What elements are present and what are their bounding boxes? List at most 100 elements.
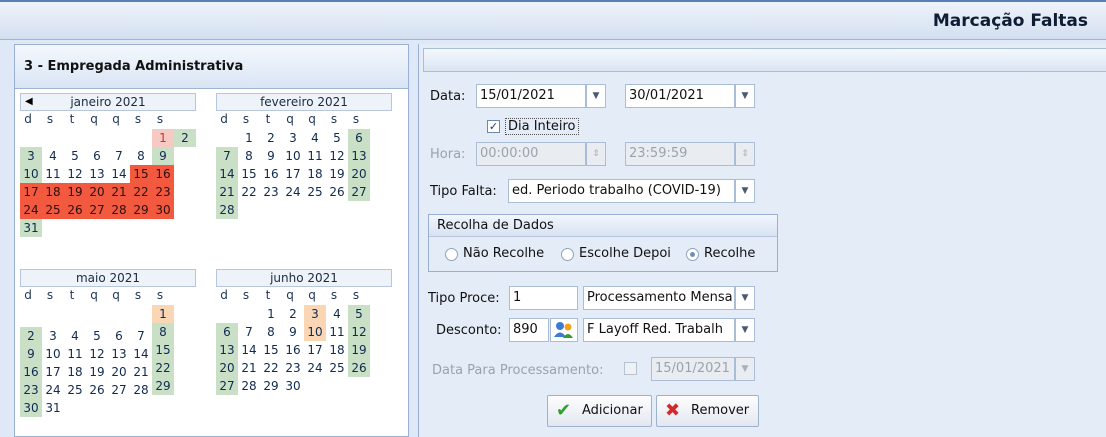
- day[interactable]: 5: [64, 147, 86, 165]
- hora-to-field[interactable]: 23:59:59: [625, 142, 735, 166]
- day[interactable]: 30: [282, 377, 304, 395]
- day[interactable]: 11: [304, 147, 326, 165]
- day[interactable]: 18: [64, 363, 86, 381]
- day[interactable]: 17: [304, 341, 326, 359]
- day[interactable]: 8: [238, 147, 260, 165]
- tipo-proce-dropdown-icon[interactable]: ▼: [735, 286, 755, 310]
- day[interactable]: 10: [42, 345, 64, 363]
- day[interactable]: 14: [108, 165, 130, 183]
- day[interactable]: 17: [20, 183, 42, 201]
- radio-escolhe-depois[interactable]: [561, 248, 574, 261]
- remover-button[interactable]: ✖ Remover: [656, 395, 759, 427]
- day[interactable]: 2: [174, 129, 196, 147]
- day[interactable]: 10: [282, 147, 304, 165]
- day[interactable]: 11: [64, 345, 86, 363]
- day[interactable]: 13: [86, 165, 108, 183]
- day[interactable]: 26: [348, 359, 370, 377]
- day[interactable]: 13: [216, 341, 238, 359]
- day[interactable]: 30: [20, 399, 42, 417]
- day[interactable]: 6: [86, 147, 108, 165]
- desconto-dropdown-icon[interactable]: ▼: [735, 318, 755, 342]
- day[interactable]: 12: [326, 147, 348, 165]
- day[interactable]: 3: [282, 129, 304, 147]
- day[interactable]: 21: [130, 363, 152, 381]
- day[interactable]: 25: [326, 359, 348, 377]
- day[interactable]: 22: [130, 183, 152, 201]
- day[interactable]: 31: [42, 399, 64, 417]
- day[interactable]: 16: [152, 165, 174, 183]
- day[interactable]: 2: [260, 129, 282, 147]
- day[interactable]: 27: [108, 381, 130, 399]
- day[interactable]: 17: [42, 363, 64, 381]
- day[interactable]: 15: [152, 341, 174, 359]
- day[interactable]: 5: [326, 129, 348, 147]
- day[interactable]: 29: [260, 377, 282, 395]
- day[interactable]: 12: [86, 345, 108, 363]
- day[interactable]: 9: [20, 345, 42, 363]
- day[interactable]: 8: [260, 323, 282, 341]
- day[interactable]: 12: [348, 323, 370, 341]
- day[interactable]: 24: [42, 381, 64, 399]
- day[interactable]: 29: [152, 377, 174, 395]
- day[interactable]: 28: [216, 201, 238, 219]
- hora-from-spinner-icon[interactable]: ⇕: [586, 142, 606, 166]
- day[interactable]: 24: [282, 183, 304, 201]
- lookup-users-icon[interactable]: [550, 318, 578, 342]
- data-proc-dropdown-icon[interactable]: ▼: [735, 357, 755, 381]
- day[interactable]: 14: [216, 165, 238, 183]
- day[interactable]: 23: [260, 183, 282, 201]
- day[interactable]: 3: [304, 305, 326, 323]
- day[interactable]: 14: [238, 341, 260, 359]
- day[interactable]: 28: [108, 201, 130, 219]
- day[interactable]: 9: [282, 323, 304, 341]
- day[interactable]: 2: [282, 305, 304, 323]
- day[interactable]: 4: [42, 147, 64, 165]
- hora-from-field[interactable]: 00:00:00: [476, 142, 586, 166]
- day[interactable]: 4: [64, 327, 86, 345]
- day[interactable]: 26: [64, 201, 86, 219]
- day[interactable]: 2: [20, 327, 42, 345]
- day[interactable]: 6: [348, 129, 370, 147]
- day[interactable]: 1: [238, 129, 260, 147]
- day[interactable]: 23: [282, 359, 304, 377]
- day[interactable]: 15: [260, 341, 282, 359]
- day[interactable]: 18: [304, 165, 326, 183]
- day[interactable]: 27: [86, 201, 108, 219]
- day[interactable]: 19: [64, 183, 86, 201]
- date-to-dropdown-icon[interactable]: ▼: [735, 84, 755, 108]
- day[interactable]: 16: [260, 165, 282, 183]
- day[interactable]: 27: [216, 377, 238, 395]
- day[interactable]: 29: [130, 201, 152, 219]
- day[interactable]: 10: [304, 323, 326, 341]
- day[interactable]: 1: [152, 129, 174, 147]
- tipo-proce-code-field[interactable]: 1: [509, 286, 578, 310]
- day[interactable]: 4: [326, 305, 348, 323]
- day[interactable]: 15: [238, 165, 260, 183]
- day[interactable]: 12: [64, 165, 86, 183]
- day[interactable]: 10: [20, 165, 42, 183]
- day[interactable]: 16: [20, 363, 42, 381]
- date-from-dropdown-icon[interactable]: ▼: [586, 84, 606, 108]
- day[interactable]: 7: [238, 323, 260, 341]
- day[interactable]: 24: [304, 359, 326, 377]
- day[interactable]: 25: [42, 201, 64, 219]
- day[interactable]: 27: [348, 183, 370, 201]
- day[interactable]: 19: [86, 363, 108, 381]
- day[interactable]: 25: [304, 183, 326, 201]
- day[interactable]: 7: [216, 147, 238, 165]
- day[interactable]: 5: [348, 305, 370, 323]
- day[interactable]: 19: [326, 165, 348, 183]
- day[interactable]: 9: [260, 147, 282, 165]
- day[interactable]: 3: [20, 147, 42, 165]
- day[interactable]: 17: [282, 165, 304, 183]
- day[interactable]: 21: [238, 359, 260, 377]
- day[interactable]: 4: [304, 129, 326, 147]
- day[interactable]: 6: [216, 323, 238, 341]
- data-proc-field[interactable]: 15/01/2021: [651, 357, 735, 381]
- day[interactable]: 24: [20, 201, 42, 219]
- day[interactable]: 23: [152, 183, 174, 201]
- day[interactable]: 22: [260, 359, 282, 377]
- day[interactable]: 3: [42, 327, 64, 345]
- day[interactable]: 9: [152, 147, 174, 165]
- day[interactable]: 5: [86, 327, 108, 345]
